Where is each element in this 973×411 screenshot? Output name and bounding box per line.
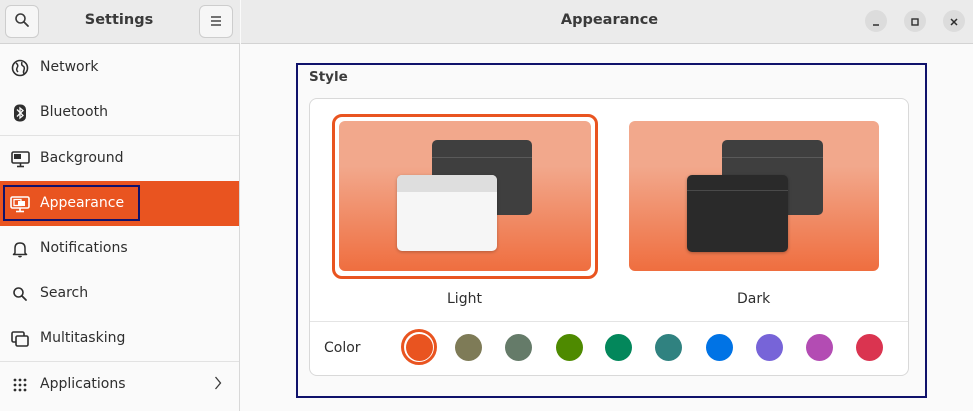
sidebar-item-background[interactable]: Background	[0, 136, 239, 181]
close-icon	[949, 12, 959, 31]
search-icon	[14, 12, 30, 32]
sidebar-item-search[interactable]: Search	[0, 271, 239, 316]
color-swatch[interactable]	[806, 334, 833, 361]
sidebar-item-network[interactable]: Network	[0, 45, 239, 90]
color-swatch[interactable]	[556, 334, 583, 361]
bell-icon	[10, 239, 30, 259]
main-menu-button[interactable]	[199, 5, 233, 38]
color-swatch[interactable]	[605, 334, 632, 361]
search-button[interactable]	[5, 5, 39, 38]
sidebar-item-label: Applications	[40, 376, 126, 392]
maximize-button[interactable]	[904, 10, 926, 32]
color-swatch[interactable]	[455, 334, 482, 361]
sidebar-item-label: Multitasking	[40, 330, 126, 346]
minimize-button[interactable]	[865, 10, 887, 32]
focus-highlight	[3, 185, 140, 221]
color-swatch[interactable]	[756, 334, 783, 361]
sidebar-item-label: Search	[40, 285, 89, 301]
theme-label-dark: Dark	[737, 291, 771, 307]
apps-grid-icon	[10, 375, 30, 395]
color-label: Color	[324, 340, 361, 356]
sidebar-item-label: Bluetooth	[40, 104, 108, 120]
theme-label-light: Light	[447, 291, 482, 307]
sidebar-item-notifications[interactable]: Notifications	[0, 226, 239, 271]
page-title: Appearance	[560, 12, 659, 28]
dark-front-window-preview	[687, 175, 788, 252]
sidebar-item-label: Notifications	[40, 240, 128, 256]
chevron-right-icon	[214, 375, 222, 395]
sidebar-item-label: Background	[40, 150, 124, 166]
bluetooth-icon	[10, 103, 30, 123]
minimize-icon	[871, 12, 881, 31]
theme-option-light[interactable]	[339, 121, 591, 271]
search-icon	[10, 284, 30, 304]
light-window-preview	[397, 175, 497, 251]
multitasking-icon	[10, 329, 30, 349]
hamburger-menu-icon	[209, 12, 223, 31]
theme-option-dark[interactable]	[629, 121, 879, 271]
main-header: Appearance	[241, 0, 973, 44]
sidebar-item-label: Network	[40, 59, 99, 75]
card-divider	[310, 321, 908, 322]
sidebar-header: Settings	[0, 0, 240, 44]
sidebar-item-multitasking[interactable]: Multitasking	[0, 316, 239, 361]
sidebar-item-applications[interactable]: Applications	[0, 362, 239, 407]
maximize-icon	[910, 12, 920, 31]
sidebar: Settings Network Bluetooth Background Ap…	[0, 0, 240, 411]
color-swatch[interactable]	[706, 334, 733, 361]
color-swatch[interactable]	[505, 334, 532, 361]
sidebar-title: Settings	[84, 12, 154, 28]
color-swatch[interactable]	[406, 334, 433, 361]
style-section-label: Style	[309, 69, 348, 85]
sidebar-item-bluetooth[interactable]: Bluetooth	[0, 90, 239, 135]
network-globe-icon	[10, 58, 30, 78]
background-monitor-icon	[10, 149, 30, 169]
close-button[interactable]	[943, 10, 965, 32]
color-swatch[interactable]	[655, 334, 682, 361]
color-swatch[interactable]	[856, 334, 883, 361]
